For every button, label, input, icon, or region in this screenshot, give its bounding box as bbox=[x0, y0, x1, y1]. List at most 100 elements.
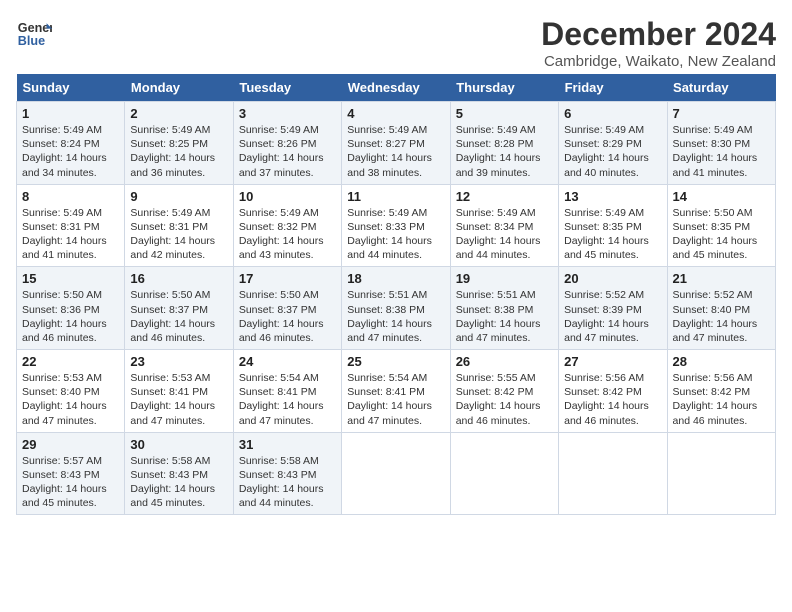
calendar-cell-2-4: 19 Sunrise: 5:51 AMSunset: 8:38 PMDaylig… bbox=[450, 267, 558, 350]
calendar-cell-3-2: 24 Sunrise: 5:54 AMSunset: 8:41 PMDaylig… bbox=[233, 350, 341, 433]
cell-info: Sunrise: 5:55 AMSunset: 8:42 PMDaylight:… bbox=[456, 371, 553, 428]
calendar-cell-4-5 bbox=[559, 432, 667, 515]
cell-info: Sunrise: 5:49 AMSunset: 8:30 PMDaylight:… bbox=[673, 123, 770, 180]
day-number: 6 bbox=[564, 106, 661, 121]
calendar-cell-0-0: 1 Sunrise: 5:49 AMSunset: 8:24 PMDayligh… bbox=[17, 102, 125, 185]
calendar-cell-4-0: 29 Sunrise: 5:57 AMSunset: 8:43 PMDaylig… bbox=[17, 432, 125, 515]
header-sunday: Sunday bbox=[17, 74, 125, 102]
cell-info: Sunrise: 5:52 AMSunset: 8:39 PMDaylight:… bbox=[564, 288, 661, 345]
day-number: 14 bbox=[673, 189, 770, 204]
calendar-cell-3-0: 22 Sunrise: 5:53 AMSunset: 8:40 PMDaylig… bbox=[17, 350, 125, 433]
day-number: 24 bbox=[239, 354, 336, 369]
calendar-cell-4-1: 30 Sunrise: 5:58 AMSunset: 8:43 PMDaylig… bbox=[125, 432, 233, 515]
day-number: 20 bbox=[564, 271, 661, 286]
logo: General Blue bbox=[16, 16, 52, 52]
cell-info: Sunrise: 5:53 AMSunset: 8:40 PMDaylight:… bbox=[22, 371, 119, 428]
calendar-cell-4-3 bbox=[342, 432, 450, 515]
day-number: 13 bbox=[564, 189, 661, 204]
calendar-cell-2-6: 21 Sunrise: 5:52 AMSunset: 8:40 PMDaylig… bbox=[667, 267, 775, 350]
cell-info: Sunrise: 5:52 AMSunset: 8:40 PMDaylight:… bbox=[673, 288, 770, 345]
week-row-2: 15 Sunrise: 5:50 AMSunset: 8:36 PMDaylig… bbox=[17, 267, 776, 350]
cell-info: Sunrise: 5:56 AMSunset: 8:42 PMDaylight:… bbox=[673, 371, 770, 428]
day-number: 11 bbox=[347, 189, 444, 204]
calendar-cell-2-3: 18 Sunrise: 5:51 AMSunset: 8:38 PMDaylig… bbox=[342, 267, 450, 350]
calendar-cell-4-2: 31 Sunrise: 5:58 AMSunset: 8:43 PMDaylig… bbox=[233, 432, 341, 515]
cell-info: Sunrise: 5:54 AMSunset: 8:41 PMDaylight:… bbox=[239, 371, 336, 428]
header-friday: Friday bbox=[559, 74, 667, 102]
cell-info: Sunrise: 5:49 AMSunset: 8:27 PMDaylight:… bbox=[347, 123, 444, 180]
week-row-1: 8 Sunrise: 5:49 AMSunset: 8:31 PMDayligh… bbox=[17, 184, 776, 267]
calendar-cell-0-2: 3 Sunrise: 5:49 AMSunset: 8:26 PMDayligh… bbox=[233, 102, 341, 185]
cell-info: Sunrise: 5:50 AMSunset: 8:37 PMDaylight:… bbox=[130, 288, 227, 345]
cell-info: Sunrise: 5:49 AMSunset: 8:24 PMDaylight:… bbox=[22, 123, 119, 180]
header-monday: Monday bbox=[125, 74, 233, 102]
day-number: 1 bbox=[22, 106, 119, 121]
day-number: 2 bbox=[130, 106, 227, 121]
day-number: 3 bbox=[239, 106, 336, 121]
cell-info: Sunrise: 5:49 AMSunset: 8:32 PMDaylight:… bbox=[239, 206, 336, 263]
day-number: 17 bbox=[239, 271, 336, 286]
cell-info: Sunrise: 5:49 AMSunset: 8:29 PMDaylight:… bbox=[564, 123, 661, 180]
cell-info: Sunrise: 5:51 AMSunset: 8:38 PMDaylight:… bbox=[347, 288, 444, 345]
calendar-cell-2-2: 17 Sunrise: 5:50 AMSunset: 8:37 PMDaylig… bbox=[233, 267, 341, 350]
cell-info: Sunrise: 5:50 AMSunset: 8:36 PMDaylight:… bbox=[22, 288, 119, 345]
day-number: 10 bbox=[239, 189, 336, 204]
cell-info: Sunrise: 5:49 AMSunset: 8:25 PMDaylight:… bbox=[130, 123, 227, 180]
calendar-cell-3-5: 27 Sunrise: 5:56 AMSunset: 8:42 PMDaylig… bbox=[559, 350, 667, 433]
calendar-cell-3-3: 25 Sunrise: 5:54 AMSunset: 8:41 PMDaylig… bbox=[342, 350, 450, 433]
header-saturday: Saturday bbox=[667, 74, 775, 102]
cell-info: Sunrise: 5:49 AMSunset: 8:26 PMDaylight:… bbox=[239, 123, 336, 180]
day-number: 18 bbox=[347, 271, 444, 286]
cell-info: Sunrise: 5:57 AMSunset: 8:43 PMDaylight:… bbox=[22, 454, 119, 511]
header-thursday: Thursday bbox=[450, 74, 558, 102]
calendar-cell-3-4: 26 Sunrise: 5:55 AMSunset: 8:42 PMDaylig… bbox=[450, 350, 558, 433]
calendar-cell-1-3: 11 Sunrise: 5:49 AMSunset: 8:33 PMDaylig… bbox=[342, 184, 450, 267]
cell-info: Sunrise: 5:50 AMSunset: 8:37 PMDaylight:… bbox=[239, 288, 336, 345]
calendar-cell-1-1: 9 Sunrise: 5:49 AMSunset: 8:31 PMDayligh… bbox=[125, 184, 233, 267]
day-number: 22 bbox=[22, 354, 119, 369]
location-title: Cambridge, Waikato, New Zealand bbox=[541, 53, 776, 70]
calendar-table: Sunday Monday Tuesday Wednesday Thursday… bbox=[16, 74, 776, 515]
day-number: 29 bbox=[22, 437, 119, 452]
day-number: 30 bbox=[130, 437, 227, 452]
header-wednesday: Wednesday bbox=[342, 74, 450, 102]
day-number: 15 bbox=[22, 271, 119, 286]
cell-info: Sunrise: 5:49 AMSunset: 8:31 PMDaylight:… bbox=[22, 206, 119, 263]
calendar-cell-3-6: 28 Sunrise: 5:56 AMSunset: 8:42 PMDaylig… bbox=[667, 350, 775, 433]
calendar-cell-0-5: 6 Sunrise: 5:49 AMSunset: 8:29 PMDayligh… bbox=[559, 102, 667, 185]
day-number: 31 bbox=[239, 437, 336, 452]
svg-text:Blue: Blue bbox=[18, 34, 45, 48]
cell-info: Sunrise: 5:58 AMSunset: 8:43 PMDaylight:… bbox=[130, 454, 227, 511]
cell-info: Sunrise: 5:51 AMSunset: 8:38 PMDaylight:… bbox=[456, 288, 553, 345]
month-title: December 2024 bbox=[541, 16, 776, 53]
calendar-cell-0-1: 2 Sunrise: 5:49 AMSunset: 8:25 PMDayligh… bbox=[125, 102, 233, 185]
day-number: 28 bbox=[673, 354, 770, 369]
page-header: General Blue December 2024 Cambridge, Wa… bbox=[16, 16, 776, 70]
day-number: 9 bbox=[130, 189, 227, 204]
header-tuesday: Tuesday bbox=[233, 74, 341, 102]
day-number: 8 bbox=[22, 189, 119, 204]
day-number: 21 bbox=[673, 271, 770, 286]
title-area: December 2024 Cambridge, Waikato, New Ze… bbox=[541, 16, 776, 70]
header-row: Sunday Monday Tuesday Wednesday Thursday… bbox=[17, 74, 776, 102]
cell-info: Sunrise: 5:49 AMSunset: 8:35 PMDaylight:… bbox=[564, 206, 661, 263]
calendar-cell-0-6: 7 Sunrise: 5:49 AMSunset: 8:30 PMDayligh… bbox=[667, 102, 775, 185]
cell-info: Sunrise: 5:58 AMSunset: 8:43 PMDaylight:… bbox=[239, 454, 336, 511]
day-number: 12 bbox=[456, 189, 553, 204]
day-number: 7 bbox=[673, 106, 770, 121]
day-number: 26 bbox=[456, 354, 553, 369]
calendar-cell-1-5: 13 Sunrise: 5:49 AMSunset: 8:35 PMDaylig… bbox=[559, 184, 667, 267]
cell-info: Sunrise: 5:49 AMSunset: 8:28 PMDaylight:… bbox=[456, 123, 553, 180]
cell-info: Sunrise: 5:54 AMSunset: 8:41 PMDaylight:… bbox=[347, 371, 444, 428]
day-number: 16 bbox=[130, 271, 227, 286]
day-number: 19 bbox=[456, 271, 553, 286]
day-number: 4 bbox=[347, 106, 444, 121]
week-row-3: 22 Sunrise: 5:53 AMSunset: 8:40 PMDaylig… bbox=[17, 350, 776, 433]
calendar-cell-4-6 bbox=[667, 432, 775, 515]
cell-info: Sunrise: 5:49 AMSunset: 8:31 PMDaylight:… bbox=[130, 206, 227, 263]
cell-info: Sunrise: 5:56 AMSunset: 8:42 PMDaylight:… bbox=[564, 371, 661, 428]
calendar-cell-1-6: 14 Sunrise: 5:50 AMSunset: 8:35 PMDaylig… bbox=[667, 184, 775, 267]
calendar-cell-2-1: 16 Sunrise: 5:50 AMSunset: 8:37 PMDaylig… bbox=[125, 267, 233, 350]
calendar-cell-0-4: 5 Sunrise: 5:49 AMSunset: 8:28 PMDayligh… bbox=[450, 102, 558, 185]
day-number: 23 bbox=[130, 354, 227, 369]
